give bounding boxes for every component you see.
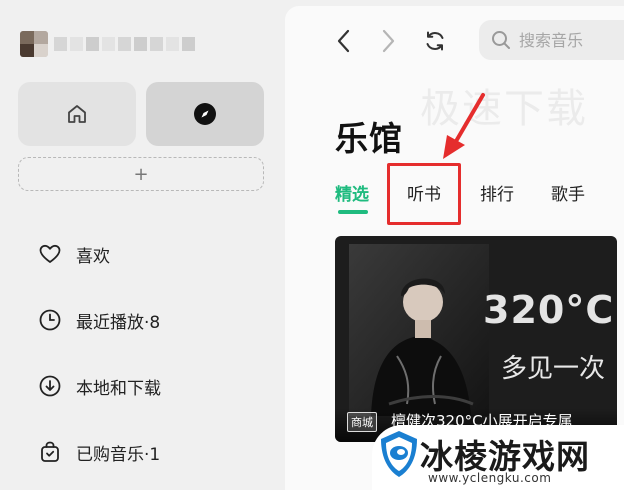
banner-subhead: 多见一次 — [501, 354, 606, 384]
search-icon — [492, 31, 510, 49]
sidebar-item-purchased[interactable]: 已购音乐·1 — [38, 434, 268, 470]
refresh-button[interactable] — [422, 28, 448, 54]
refresh-icon — [426, 31, 444, 51]
active-tab-indicator — [338, 210, 368, 214]
tab-label: 精选 — [335, 185, 369, 205]
logo-url: www.yclengku.com — [428, 471, 552, 485]
tab-label: 歌手 — [551, 185, 585, 205]
forward-button[interactable] — [375, 28, 401, 54]
tab-charts[interactable]: 排行 — [480, 180, 514, 205]
shopping-bag-icon — [38, 440, 62, 464]
banner-headline: 320°C — [483, 288, 615, 332]
add-label: + — [133, 163, 149, 185]
discover-nav-button[interactable] — [146, 82, 264, 146]
sidebar: + 喜欢 最近播放·8 本地和下载 已购音乐·1 — [0, 0, 285, 490]
logo-badge-icon — [381, 431, 417, 477]
home-nav-button[interactable] — [18, 82, 136, 146]
tab-label: 听书 — [407, 185, 441, 205]
main-panel: 极速下载 乐馆 精选 听书 排行 歌手 — [285, 6, 624, 490]
tab-featured[interactable]: 精选 — [335, 180, 369, 205]
sidebar-item-label: 最近播放·8 — [76, 312, 161, 333]
compass-icon — [194, 103, 216, 125]
banner-tag-badge: 商城 — [347, 412, 377, 432]
sidebar-item-recent[interactable]: 最近播放·8 — [38, 302, 268, 338]
clock-icon — [38, 308, 62, 332]
sidebar-item-label: 本地和下载 — [76, 378, 161, 399]
tab-audiobooks[interactable]: 听书 — [407, 180, 441, 205]
user-profile[interactable] — [20, 30, 195, 58]
username-blurred — [54, 37, 195, 51]
site-logo-watermark: 冰棱游戏网 www.yclengku.com — [372, 425, 624, 490]
tab-artists[interactable]: 歌手 — [551, 180, 585, 205]
promo-banner[interactable]: 320°C 多见一次 商城 檀健次320°C小展开启专属 — [335, 236, 617, 442]
sidebar-item-likes[interactable]: 喜欢 — [38, 236, 268, 272]
home-icon — [68, 105, 86, 123]
back-arrow-icon — [337, 29, 350, 53]
add-playlist-button[interactable]: + — [18, 157, 264, 191]
forward-arrow-icon — [382, 29, 395, 53]
download-icon — [38, 374, 62, 398]
sidebar-item-local-download[interactable]: 本地和下载 — [38, 368, 268, 404]
search-input[interactable] — [519, 30, 624, 50]
page-title: 乐馆 — [335, 119, 403, 158]
artist-photo — [349, 244, 489, 416]
sidebar-item-label: 已购音乐·1 — [76, 444, 161, 465]
annotation-arrow-icon — [443, 93, 485, 159]
tab-label: 排行 — [480, 185, 514, 205]
sidebar-item-label: 喜欢 — [76, 246, 110, 267]
heart-icon — [38, 242, 62, 266]
search-box[interactable] — [479, 20, 624, 60]
avatar[interactable] — [20, 31, 48, 57]
back-button[interactable] — [331, 28, 357, 54]
